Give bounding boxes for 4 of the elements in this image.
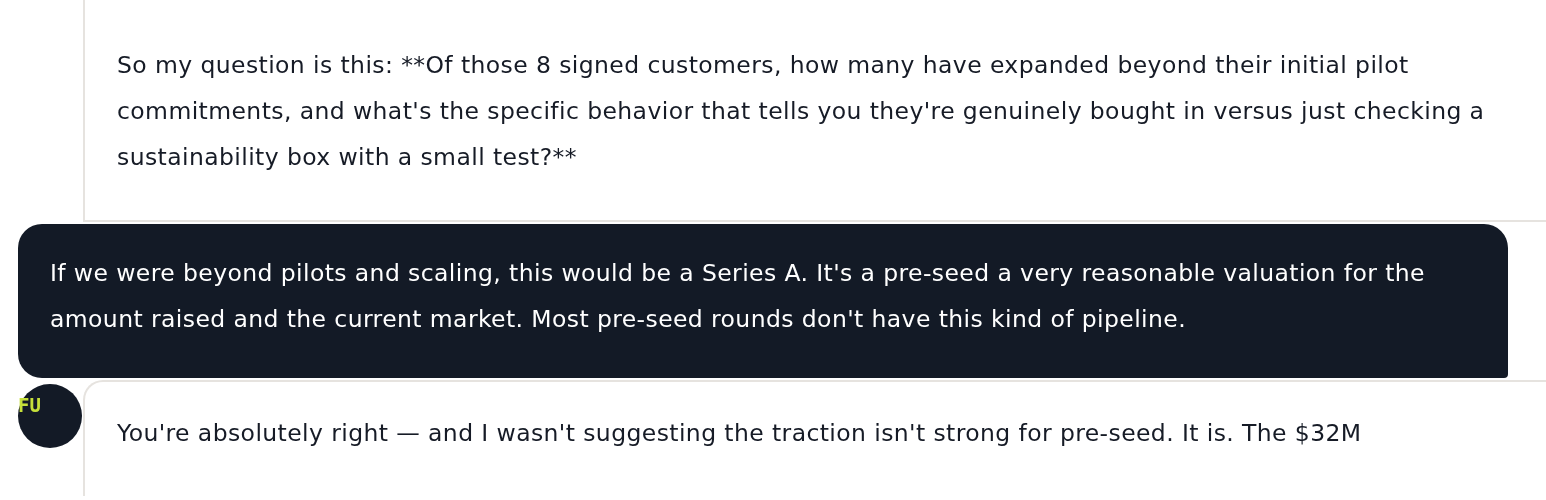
message-text: If we were beyond pilots and scaling, this would be a Series A. It's a pre-seed a very reasonable valuation for the amount raised and the current market. Most pre-seed rounds don't have this kind of pipeline. bbox=[50, 258, 1426, 335]
avatar-initials: FU bbox=[18, 394, 41, 416]
message-text: You're absolutely right — and I wasn't suggesting the traction isn't strong for pre-seed. It is. The $32M bbox=[117, 418, 1363, 449]
message-text: So my question is this: **Of those 8 signed customers, how many have expanded beyond their initial pilot commitments, and what's the specific behavior that tells you they're genuinely bought in versus just checking a sustainability box with a small test?** bbox=[117, 50, 1486, 173]
